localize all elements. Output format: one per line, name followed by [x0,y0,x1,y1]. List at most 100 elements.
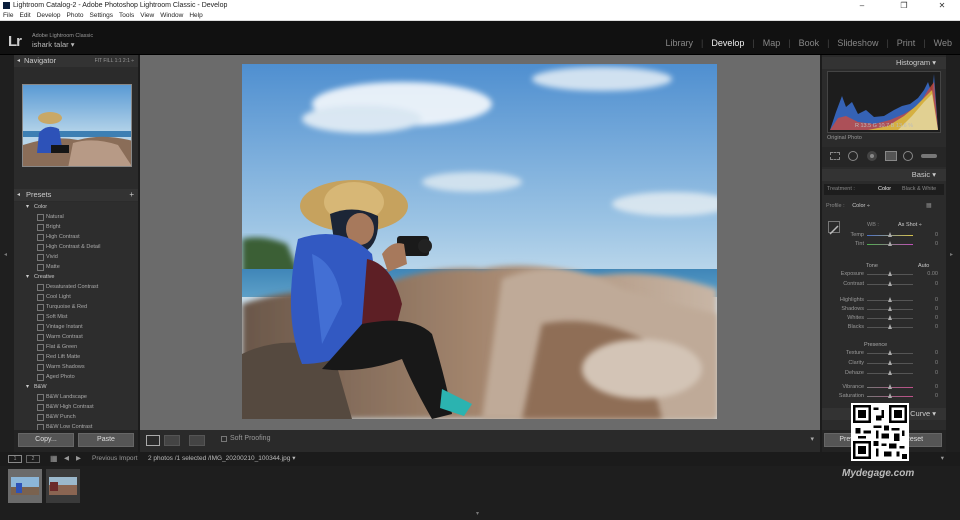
preset-item[interactable]: Warm Contrast [14,332,138,342]
slider-blacks[interactable]: Blacks 0 [822,323,946,333]
slider-knob[interactable] [887,306,892,311]
menu-develop[interactable]: Develop [37,12,61,19]
module-develop[interactable]: Develop [711,38,744,48]
slider-value[interactable]: 0 [935,393,938,399]
red-eye-icon[interactable] [867,151,877,161]
back-arrow-icon[interactable]: ◀ [64,452,69,466]
preset-item[interactable]: B&W Punch [14,412,138,422]
slider-knob[interactable] [887,241,892,246]
navigator-zoom-options[interactable]: FIT FILL 1:1 2:1 ÷ [95,55,134,67]
menu-settings[interactable]: Settings [90,12,114,19]
slider-value[interactable]: 0 [935,281,938,287]
left-panel-toggle[interactable]: ◂ [0,55,14,452]
slider-value[interactable]: 0 [935,324,938,330]
slider-knob[interactable] [887,350,892,355]
slider-knob[interactable] [887,324,892,329]
slider-value[interactable]: 0 [935,297,938,303]
preset-group[interactable]: Creative [14,272,138,282]
menu-view[interactable]: View [140,12,154,19]
preset-item[interactable]: High Contrast [14,232,138,242]
slider-knob[interactable] [887,393,892,398]
minimize-icon[interactable]: – [848,0,876,11]
copy-button[interactable]: Copy... [18,433,74,447]
slider-exposure[interactable]: Exposure 0.00 [822,270,946,280]
histogram-header[interactable]: Histogram ▾ [822,57,946,69]
before-after-lr-icon[interactable] [164,435,180,446]
graduated-filter-icon[interactable] [885,151,897,161]
secondary-window-button[interactable]: 2 [26,455,40,463]
paste-button[interactable]: Paste [78,433,134,447]
navigator-header[interactable]: ◂ Navigator FIT FILL 1:1 2:1 ÷ [14,55,138,67]
slider-knob[interactable] [887,297,892,302]
preset-item[interactable]: B&W High Contrast [14,402,138,412]
profile-select[interactable]: Color ÷ [852,203,870,209]
crop-tool-icon[interactable] [830,152,840,160]
soft-proofing-checkbox[interactable] [221,436,227,442]
filmstrip-thumbnail[interactable] [46,469,80,503]
radial-filter-icon[interactable] [903,151,913,161]
slider-knob[interactable] [887,271,892,276]
navigator-preview[interactable] [22,84,132,167]
main-photo[interactable] [242,64,717,419]
adjustment-brush-icon[interactable] [921,154,937,158]
module-book[interactable]: Book [799,38,820,48]
preset-item[interactable]: Matte [14,262,138,272]
preset-group[interactable]: B&W [14,382,138,392]
slider-contrast[interactable]: Contrast 0 [822,280,946,290]
menu-edit[interactable]: Edit [19,12,30,19]
preset-group[interactable]: Color [14,202,138,212]
filmstrip-filter-icon[interactable]: ▾ [941,452,944,466]
preset-item[interactable]: B&W Low Contrast [14,422,138,430]
preset-item[interactable]: High Contrast & Detail [14,242,138,252]
slider-value[interactable]: 0 [935,232,938,238]
slider-knob[interactable] [887,370,892,375]
module-map[interactable]: Map [763,38,781,48]
presets-header[interactable]: ◂ Presets + [14,189,138,201]
slider-value[interactable]: 0 [935,384,938,390]
preset-item[interactable]: Vivid [14,252,138,262]
slider-value[interactable]: 0.00 [927,271,938,277]
user-menu[interactable]: ishark talar ▾ [32,40,75,49]
treatment-bw-tab[interactable]: Black & White [902,184,936,195]
preset-item[interactable]: Cool Light [14,292,138,302]
spot-removal-icon[interactable] [848,151,858,161]
wb-select[interactable]: As Shot ÷ [898,222,922,228]
loupe-view-icon[interactable] [146,435,160,446]
slider-tint[interactable]: Tint 0 [822,240,946,250]
menu-tools[interactable]: Tools [119,12,134,19]
preset-item[interactable]: Red Lift Matte [14,352,138,362]
preset-item[interactable]: Aged Photo [14,372,138,382]
preset-item[interactable]: Bright [14,222,138,232]
slider-value[interactable]: 0 [935,370,938,376]
slider-knob[interactable] [887,281,892,286]
preset-item[interactable]: Vintage Instant [14,322,138,332]
slider-value[interactable]: 0 [935,360,938,366]
close-icon[interactable]: ✕ [928,0,956,11]
selection-info[interactable]: 2 photos /1 selected /IMG_20200210_10034… [148,452,295,466]
preset-item[interactable]: Desaturated Contrast [14,282,138,292]
forward-arrow-icon[interactable]: ▶ [76,452,81,466]
slider-value[interactable]: 0 [935,350,938,356]
module-print[interactable]: Print [897,38,916,48]
slider-value[interactable]: 0 [935,315,938,321]
preset-item[interactable]: Flat & Green [14,342,138,352]
right-panel-toggle[interactable]: ▸ [946,55,960,452]
basic-header[interactable]: Basic ▾ [822,169,946,181]
slider-texture[interactable]: Texture 0 [822,349,946,359]
main-window-button[interactable]: 1 [8,455,22,463]
preset-item[interactable]: Warm Shadows [14,362,138,372]
menu-window[interactable]: Window [160,12,183,19]
slider-knob[interactable] [887,360,892,365]
slider-dehaze[interactable]: Dehaze 0 [822,369,946,379]
module-library[interactable]: Library [665,38,693,48]
preset-item[interactable]: Natural [14,212,138,222]
preset-item[interactable]: B&W Landscape [14,392,138,402]
source-label[interactable]: Previous Import [92,452,138,466]
slider-knob[interactable] [887,384,892,389]
add-preset-icon[interactable]: + [129,189,134,201]
profile-browser-icon[interactable]: ▦ [926,202,932,209]
menu-file[interactable]: File [3,12,13,19]
menu-help[interactable]: Help [189,12,202,19]
preset-item[interactable]: Soft Mist [14,312,138,322]
filmstrip-toggle-icon[interactable]: ▾ [476,510,479,517]
